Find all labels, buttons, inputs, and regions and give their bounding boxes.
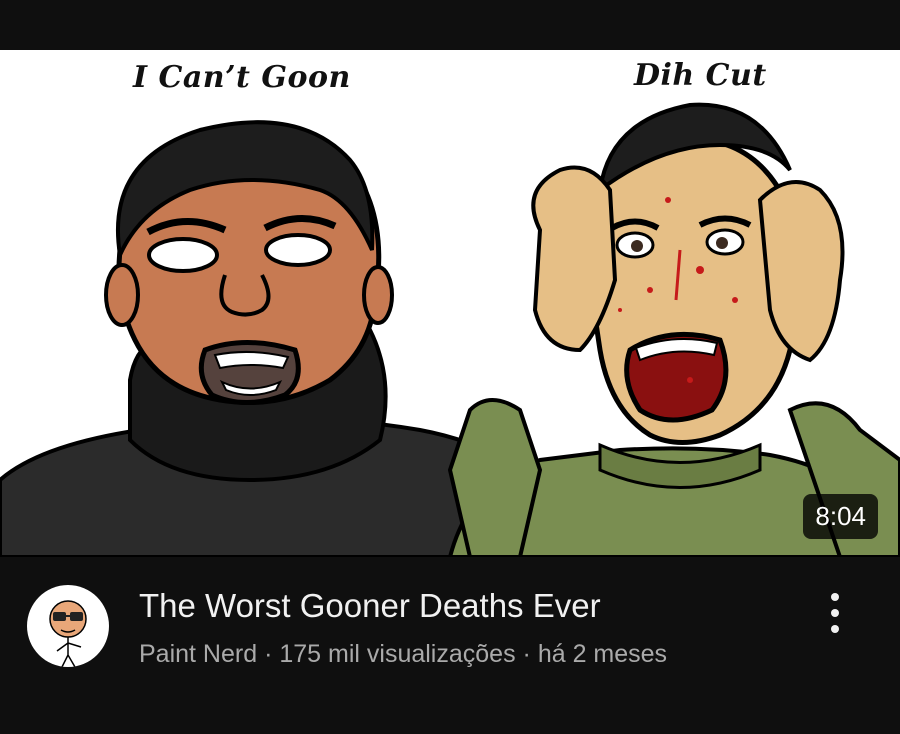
video-meta: The Worst Gooner Deaths Ever Paint Nerd …	[0, 557, 900, 734]
more-dot	[831, 609, 839, 617]
view-count: 175 mil visualizações	[279, 640, 516, 668]
thumbnail-caption-right: Dih Cut	[634, 58, 767, 93]
channel-avatar[interactable]	[27, 585, 109, 667]
separator: ·	[522, 640, 531, 668]
thumbnail-art	[0, 102, 900, 557]
more-vert-icon[interactable]	[820, 591, 850, 635]
avatar-image	[49, 600, 87, 667]
channel-name[interactable]: Paint Nerd	[139, 640, 257, 668]
thumbnail-caption-left: I Can’t Goon	[133, 60, 351, 95]
more-dot	[831, 625, 839, 633]
video-subline: Paint Nerd · 175 mil visualizações · há …	[139, 640, 667, 669]
duration-badge: 8:04	[803, 494, 878, 539]
separator: ·	[264, 640, 273, 668]
more-dot	[831, 593, 839, 601]
video-thumbnail[interactable]: I Can’t Goon Dih Cut 8:04	[0, 50, 900, 557]
upload-age: há 2 meses	[537, 640, 668, 668]
top-bar	[0, 0, 900, 50]
video-title[interactable]: The Worst Gooner Deaths Ever	[139, 587, 601, 625]
